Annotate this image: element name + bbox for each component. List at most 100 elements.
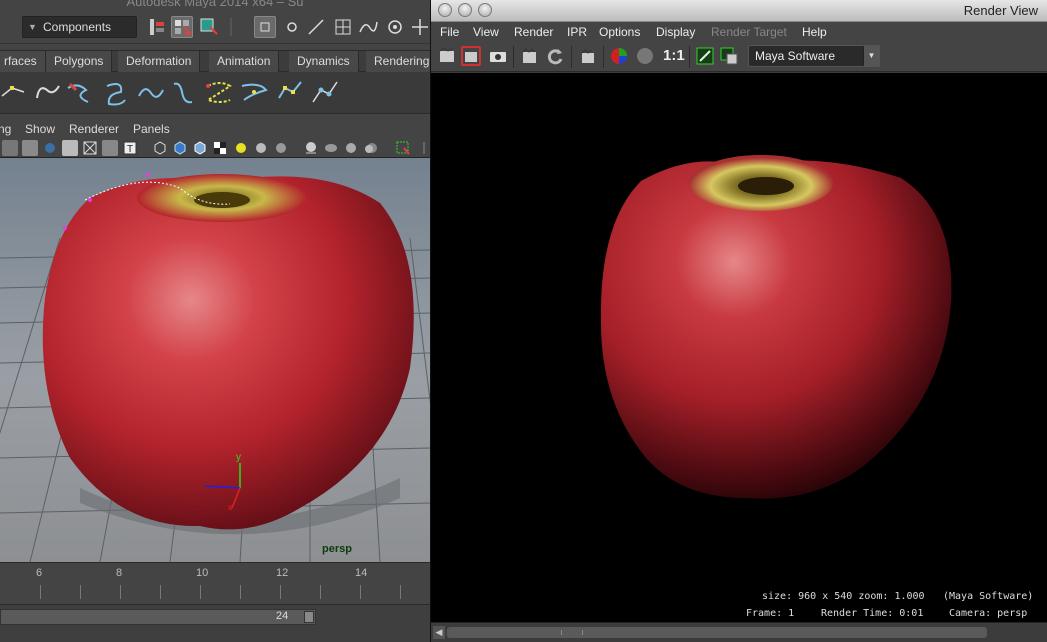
fillet-curve-icon[interactable] — [275, 78, 305, 108]
svg-text:y: y — [236, 452, 241, 463]
toolbar-separator — [689, 46, 690, 68]
more-icon[interactable] — [418, 140, 430, 156]
time-slider[interactable]: 6 8 10 12 14 — [0, 562, 430, 604]
select-by-object-icon[interactable] — [171, 16, 193, 38]
menu-shading[interactable]: ng — [0, 122, 11, 136]
shelf-tab-polygons[interactable]: Polygons — [46, 51, 113, 72]
panel-menu-bar: ng Show Renderer Panels — [0, 120, 430, 138]
minimize-window-button[interactable] — [458, 3, 472, 17]
pencil-curve-icon[interactable] — [64, 78, 94, 108]
anti-aliasing-icon[interactable] — [343, 140, 359, 156]
menu-show[interactable]: Show — [25, 122, 55, 136]
scrollbar-thumb[interactable] — [447, 627, 987, 638]
menu-options[interactable]: Options — [599, 25, 640, 39]
shelf-tab-surfaces[interactable]: rfaces — [0, 51, 46, 72]
menu-panels[interactable]: Panels — [133, 122, 170, 136]
offset-curve-icon[interactable] — [240, 78, 270, 108]
tick-label: 8 — [116, 567, 123, 579]
menu-file[interactable]: File — [440, 25, 459, 39]
shelf-tab-deformation[interactable]: Deformation — [118, 51, 201, 72]
renderer-dropdown[interactable]: Maya Software ▼ — [748, 45, 880, 67]
menu-renderer[interactable]: Renderer — [69, 122, 119, 136]
snap-surface-icon[interactable] — [332, 16, 354, 38]
close-window-button[interactable] — [438, 3, 452, 17]
menu-display[interactable]: Display — [656, 25, 695, 39]
shelf-tab-rendering[interactable]: Rendering — [366, 51, 430, 72]
tick — [280, 585, 281, 599]
texture-icon[interactable]: T — [122, 140, 138, 156]
zoom-window-button[interactable] — [478, 3, 492, 17]
depth-of-field-icon[interactable] — [363, 140, 379, 156]
render-time-info: Render Time: 0:01 — [821, 608, 924, 619]
alpha-channel-icon[interactable] — [635, 46, 655, 66]
select-by-component-icon[interactable] — [198, 16, 220, 38]
snapshot-icon[interactable] — [488, 46, 508, 66]
range-slider[interactable]: 24 — [0, 604, 430, 642]
tick — [200, 585, 201, 599]
snap-view-plane-icon[interactable] — [357, 16, 379, 38]
shadows-icon[interactable] — [273, 140, 289, 156]
toolbar-separator — [603, 46, 604, 68]
extend-curve-icon[interactable] — [309, 78, 339, 108]
motion-blur-icon[interactable] — [323, 140, 339, 156]
smooth-shade-icon[interactable] — [172, 140, 188, 156]
toolbar-separator — [571, 46, 572, 68]
ep-curve-icon[interactable] — [33, 78, 63, 108]
grid-toggle-icon[interactable] — [42, 140, 58, 156]
make-live-icon[interactable] — [384, 16, 406, 38]
renderer-label: Maya Software — [755, 49, 836, 63]
film-gate-icon[interactable] — [22, 140, 38, 156]
cv-hull-curve-icon[interactable] — [204, 78, 234, 108]
keep-render-settings-icon[interactable] — [577, 46, 597, 66]
textured-icon[interactable] — [212, 140, 228, 156]
tick — [160, 585, 161, 599]
render-region-icon[interactable] — [461, 46, 481, 66]
hierarchy-icon[interactable] — [146, 16, 168, 38]
shelf-tab-dynamics[interactable]: Dynamics — [289, 51, 359, 72]
menu-render[interactable]: Render — [514, 25, 553, 39]
svg-text:x: x — [228, 502, 233, 512]
scroll-left-arrow-icon[interactable]: ◀ — [433, 626, 445, 639]
tick-label: 6 — [36, 567, 43, 579]
arc-curve-icon[interactable] — [101, 78, 131, 108]
perspective-viewport[interactable]: y x persp — [0, 158, 430, 562]
xray-icon[interactable] — [395, 140, 411, 156]
real-size-button[interactable]: 1:1 — [663, 47, 685, 64]
shelf-tabs: rfaces Polygons Deformation Animation Dy… — [0, 50, 430, 72]
image-plane-icon[interactable] — [102, 140, 118, 156]
isolate-select-icon[interactable] — [82, 140, 98, 156]
selection-mode-dropdown[interactable]: ▼ Components — [22, 16, 137, 38]
wireframe-on-shaded-icon[interactable] — [192, 140, 208, 156]
tick — [80, 585, 81, 599]
ipr-icon[interactable] — [519, 46, 539, 66]
maya-main-window: Autodesk Maya 2014 x64 – Su ▼ Components — [0, 0, 430, 642]
menu-ipr[interactable]: IPR — [567, 25, 587, 39]
menu-view[interactable]: View — [473, 25, 499, 39]
range-handle[interactable] — [304, 611, 314, 623]
menu-help[interactable]: Help — [802, 25, 827, 39]
remove-image-icon[interactable] — [719, 46, 739, 66]
camera-attributes-icon[interactable] — [2, 140, 18, 156]
snap-to-point-icon[interactable] — [409, 16, 430, 38]
tick — [40, 585, 41, 599]
rgb-channels-icon[interactable] — [609, 46, 629, 66]
wireframe-icon[interactable] — [152, 140, 168, 156]
shelf-tab-animation[interactable]: Animation — [209, 51, 280, 72]
keep-image-icon[interactable] — [695, 46, 715, 66]
render-image-area[interactable]: size: 960 x 540 zoom: 1.000 (Maya Softwa… — [431, 73, 1047, 622]
redo-render-icon[interactable] — [437, 46, 457, 66]
range-bar[interactable] — [0, 609, 316, 625]
render-camera-info: Camera: persp — [949, 608, 1028, 619]
bezier-curve-icon[interactable] — [136, 78, 166, 108]
ambient-occlusion-icon[interactable] — [303, 140, 319, 156]
all-lights-icon[interactable] — [253, 140, 269, 156]
snap-curve-icon[interactable] — [305, 16, 327, 38]
bookmark-icon[interactable] — [62, 140, 78, 156]
refresh-ipr-icon[interactable] — [545, 46, 565, 66]
horizontal-scrollbar[interactable]: ◀ — [431, 622, 1047, 642]
cv-curve-icon[interactable] — [0, 78, 30, 108]
snap-point-small-icon[interactable] — [281, 16, 303, 38]
default-light-icon[interactable] — [233, 140, 249, 156]
snap-grid-icon[interactable] — [254, 16, 276, 38]
sine-curve-icon[interactable] — [170, 78, 200, 108]
